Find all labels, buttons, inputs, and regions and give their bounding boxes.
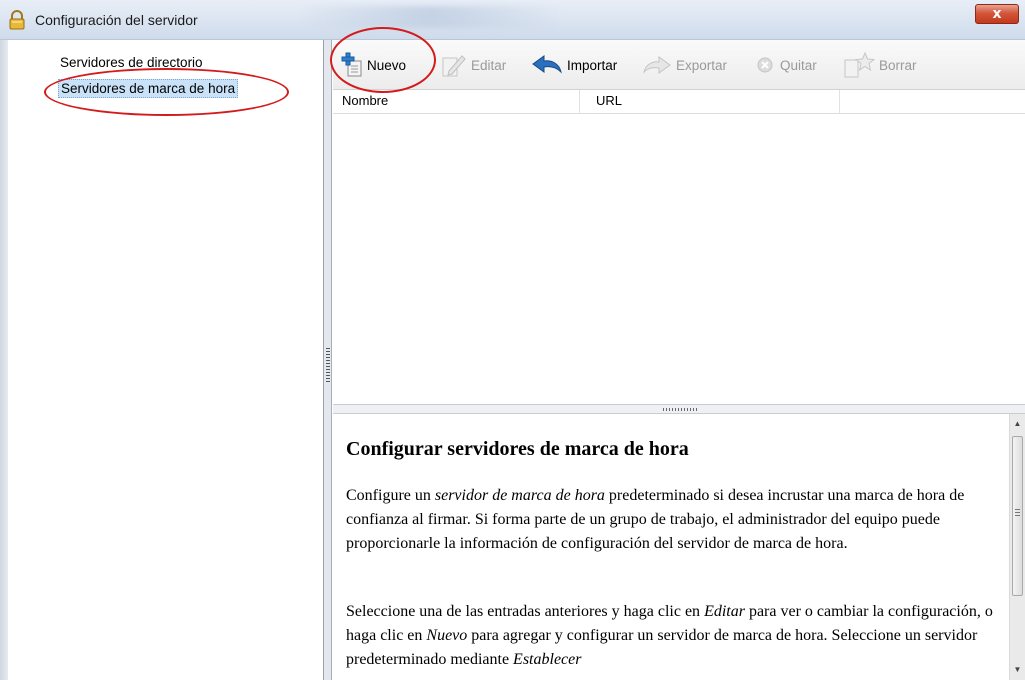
thumb-grip bbox=[1015, 509, 1020, 518]
window-left-border bbox=[0, 40, 8, 680]
category-tree bbox=[8, 40, 324, 680]
remove-button-label: Quitar bbox=[780, 57, 817, 73]
delete-button[interactable]: Borrar bbox=[843, 50, 917, 80]
column-divider[interactable] bbox=[579, 90, 580, 114]
export-arrow-icon bbox=[643, 56, 671, 74]
help-pane: Configurar servidores de marca de hora C… bbox=[333, 414, 1009, 680]
help-scrollbar[interactable]: ▲ ▼ bbox=[1009, 414, 1025, 680]
scroll-thumb[interactable] bbox=[1012, 436, 1023, 596]
help-text: Configure un bbox=[346, 487, 435, 504]
export-button-label: Exportar bbox=[676, 57, 728, 73]
add-document-icon bbox=[341, 52, 362, 77]
column-divider[interactable] bbox=[839, 90, 840, 114]
splitter-grip[interactable] bbox=[326, 348, 330, 382]
star-icon bbox=[844, 51, 875, 78]
vertical-splitter[interactable] bbox=[324, 40, 332, 680]
blurred-region bbox=[300, 6, 560, 28]
close-button[interactable]: x bbox=[975, 4, 1019, 24]
scroll-up-icon[interactable]: ▲ bbox=[1010, 416, 1025, 432]
horizontal-splitter[interactable] bbox=[333, 404, 1025, 414]
delete-button-label: Borrar bbox=[879, 57, 917, 73]
window-title: Configuración del servidor bbox=[35, 12, 198, 28]
new-button-label: Nuevo bbox=[367, 57, 407, 73]
splitter-grip[interactable] bbox=[663, 408, 697, 411]
import-button-label: Importar bbox=[567, 57, 618, 73]
edit-button-label: Editar bbox=[471, 57, 507, 73]
help-paragraph: Seleccione una de las entradas anteriore… bbox=[346, 600, 996, 672]
help-emphasis: Editar bbox=[704, 603, 745, 620]
import-button[interactable]: Importar bbox=[531, 50, 617, 80]
help-emphasis: Nuevo bbox=[426, 627, 468, 644]
help-heading: Configurar servidores de marca de hora bbox=[346, 438, 689, 460]
column-header-url[interactable]: URL bbox=[596, 93, 622, 108]
help-emphasis: servidor de marca de hora bbox=[434, 487, 605, 504]
edit-icon bbox=[442, 55, 466, 77]
import-arrow-icon bbox=[532, 55, 562, 74]
help-paragraph: Configure un servidor de marca de hora p… bbox=[346, 484, 996, 556]
export-button[interactable]: Exportar bbox=[642, 50, 727, 80]
title-bar: Configuración del servidor x bbox=[0, 0, 1025, 40]
help-text: Seleccione una de las entradas anteriore… bbox=[346, 603, 705, 620]
edit-button[interactable]: Editar bbox=[441, 50, 506, 80]
tree-item-timestamp-servers[interactable]: Servidores de marca de hora bbox=[58, 79, 239, 98]
toolbar: Nuevo Editar Importar Exportar Quitar Bo… bbox=[333, 40, 1025, 90]
tree-item-directory-servers[interactable]: Servidores de directorio bbox=[60, 55, 203, 70]
table-header: Nombre URL bbox=[333, 90, 1025, 114]
lock-icon bbox=[9, 10, 25, 30]
column-header-name[interactable]: Nombre bbox=[342, 93, 388, 108]
remove-button[interactable]: Quitar bbox=[754, 50, 817, 80]
servers-list[interactable] bbox=[333, 114, 1025, 404]
scroll-down-icon[interactable]: ▼ bbox=[1010, 662, 1025, 678]
help-emphasis: Establecer bbox=[513, 651, 582, 668]
remove-circle-icon bbox=[757, 57, 773, 73]
new-button[interactable]: Nuevo bbox=[341, 50, 406, 80]
